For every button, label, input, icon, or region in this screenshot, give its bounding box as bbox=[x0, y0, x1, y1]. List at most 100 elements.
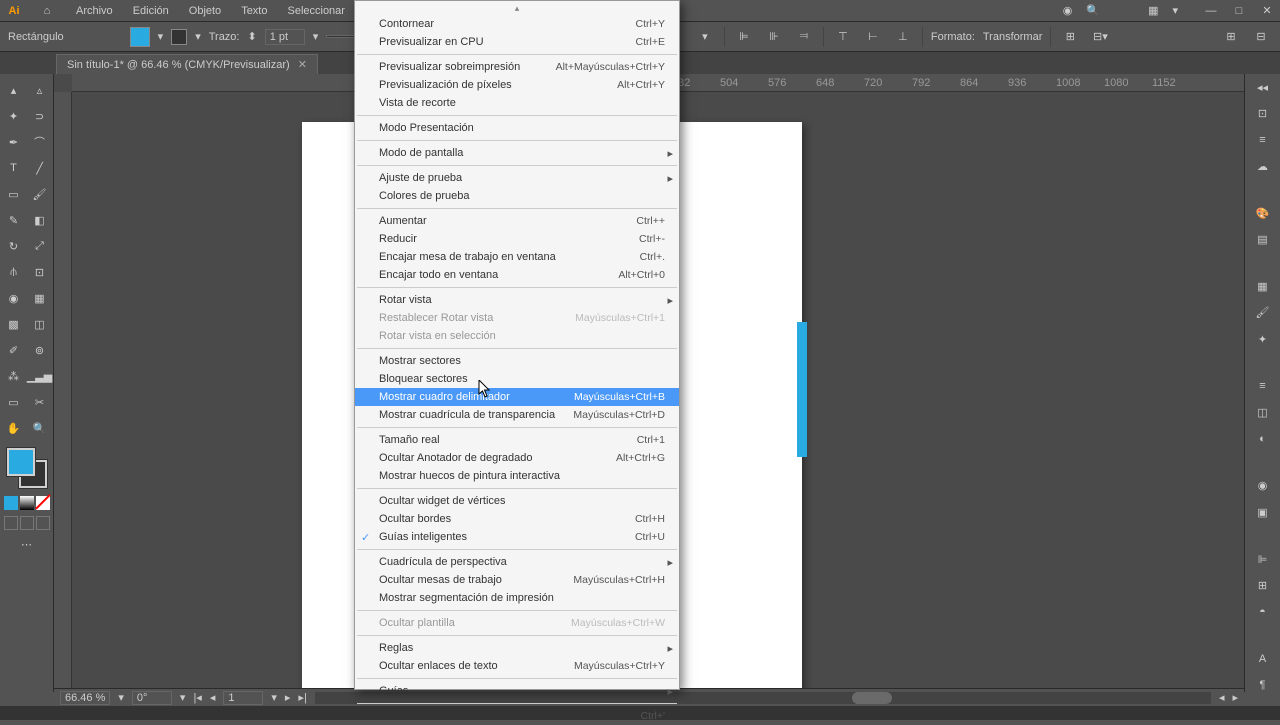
align-right-icon[interactable]: ⫤ bbox=[793, 26, 815, 48]
blend-tool[interactable]: ⊚ bbox=[28, 338, 52, 362]
search-icon[interactable]: 🔍 bbox=[1086, 4, 1100, 17]
align-middle-icon[interactable]: ⊢ bbox=[862, 26, 884, 48]
menu-item-cuadr-cula-de-perspectiva[interactable]: Cuadrícula de perspectiva▸ bbox=[355, 553, 679, 571]
last-page-icon[interactable]: ▸| bbox=[298, 691, 306, 704]
close-button[interactable]: ✕ bbox=[1254, 2, 1280, 20]
draw-mode-icons[interactable] bbox=[4, 516, 50, 530]
document-tab[interactable]: Sin título-1* @ 66.46 % (CMYK/Previsuali… bbox=[56, 54, 318, 74]
transform-label[interactable]: Transformar bbox=[983, 31, 1043, 43]
menu-item-modo-presentaci-n[interactable]: Modo Presentación bbox=[355, 119, 679, 137]
menu-item-mostrar-segmentaci-n-de-impresi-n[interactable]: Mostrar segmentación de impresión bbox=[355, 589, 679, 607]
type-tool[interactable]: T bbox=[2, 156, 26, 180]
align-bottom-icon[interactable]: ⊥ bbox=[892, 26, 914, 48]
menu-item-encajar-mesa-de-trabajo-en-ventana[interactable]: Encajar mesa de trabajo en ventanaCtrl+. bbox=[355, 248, 679, 266]
menu-item-aumentar[interactable]: AumentarCtrl++ bbox=[355, 212, 679, 230]
panel-toggle-icon[interactable]: ⊟ bbox=[1250, 26, 1272, 48]
slice-tool[interactable]: ✂ bbox=[28, 390, 52, 414]
first-page-icon[interactable]: |◂ bbox=[193, 691, 201, 704]
menu-item-colores-de-prueba[interactable]: Colores de prueba bbox=[355, 187, 679, 205]
menu-item-ocultar-anotador-de-degradado[interactable]: Ocultar Anotador de degradadoAlt+Ctrl+G bbox=[355, 449, 679, 467]
more-icon[interactable]: ⊟▾ bbox=[1089, 26, 1111, 48]
menu-item-ocultar-bordes[interactable]: Ocultar bordesCtrl+H bbox=[355, 510, 679, 528]
rectangle-shape[interactable] bbox=[797, 322, 807, 457]
menu-item-mostrar-cuadro-delimitador[interactable]: Mostrar cuadro delimitadorMayúsculas+Ctr… bbox=[355, 388, 679, 406]
gradient-tool[interactable]: ◫ bbox=[28, 312, 52, 336]
align-panel-icon[interactable]: ⊫ bbox=[1253, 552, 1273, 566]
direct-selection-tool[interactable]: ▵ bbox=[28, 78, 52, 102]
expand-panels-icon[interactable]: ◂◂ bbox=[1253, 80, 1273, 94]
width-tool[interactable]: ⫛ bbox=[2, 260, 26, 284]
paragraph-panel-icon[interactable]: ¶ bbox=[1253, 678, 1273, 692]
menu-seleccionar[interactable]: Seleccionar bbox=[277, 0, 354, 21]
menu-item-modo-de-pantalla[interactable]: Modo de pantalla▸ bbox=[355, 144, 679, 162]
color-mode-swatches[interactable] bbox=[4, 496, 50, 510]
symbol-sprayer-tool[interactable]: ⁂ bbox=[2, 364, 26, 388]
menu-item-mostrar-cuadr-cula-de-transparencia[interactable]: Mostrar cuadrícula de transparenciaMayús… bbox=[355, 406, 679, 424]
prev-page-icon[interactable]: ◂ bbox=[210, 691, 216, 704]
menu-item-mostrar-sectores[interactable]: Mostrar sectores bbox=[355, 352, 679, 370]
fill-color[interactable] bbox=[7, 448, 35, 476]
home-icon[interactable]: ⌂ bbox=[36, 0, 58, 22]
zoom-tool[interactable]: 🔍 bbox=[28, 416, 52, 440]
menu-item-mostrar-cuadr-cula[interactable]: Mostrar cuadrículaCtrl+' bbox=[355, 707, 679, 725]
menu-objeto[interactable]: Objeto bbox=[179, 0, 231, 21]
perspective-tool[interactable]: ▦ bbox=[28, 286, 52, 310]
shaper-tool[interactable]: ✎ bbox=[2, 208, 26, 232]
menu-item-ocultar-enlaces-de-texto[interactable]: Ocultar enlaces de textoMayúsculas+Ctrl+… bbox=[355, 657, 679, 675]
align-center-icon[interactable]: ⊪ bbox=[763, 26, 785, 48]
transform-panel-icon[interactable]: ⊞ bbox=[1253, 578, 1273, 592]
free-transform-tool[interactable]: ⊡ bbox=[28, 260, 52, 284]
menu-item-previsualizar-sobreimpresi-n[interactable]: Previsualizar sobreimpresiónAlt+Mayúscul… bbox=[355, 58, 679, 76]
stroke-swatch[interactable] bbox=[171, 29, 187, 45]
scroll-left-icon[interactable]: ◂ bbox=[1219, 691, 1225, 704]
menu-item-reglas[interactable]: Reglas▸ bbox=[355, 639, 679, 657]
mesh-tool[interactable]: ▩ bbox=[2, 312, 26, 336]
menu-texto[interactable]: Texto bbox=[231, 0, 277, 21]
maximize-button[interactable]: □ bbox=[1226, 2, 1252, 20]
hand-tool[interactable]: ✋ bbox=[2, 416, 26, 440]
properties-panel-icon[interactable]: ⊡ bbox=[1253, 106, 1273, 120]
fill-swatch[interactable] bbox=[130, 27, 150, 47]
style-icon[interactable]: ▾ bbox=[694, 26, 716, 48]
menu-item-contornear[interactable]: ContornearCtrl+Y bbox=[355, 15, 679, 33]
curvature-tool[interactable]: ⌒ bbox=[28, 130, 52, 154]
menu-item-tama-o-real[interactable]: Tamaño realCtrl+1 bbox=[355, 431, 679, 449]
menu-item-previsualizar-en-cpu[interactable]: Previsualizar en CPUCtrl+E bbox=[355, 33, 679, 51]
menu-item-rotar-vista[interactable]: Rotar vista▸ bbox=[355, 291, 679, 309]
menu-archivo[interactable]: Archivo bbox=[66, 0, 123, 21]
appearance-panel-icon[interactable]: ◉ bbox=[1253, 479, 1273, 493]
rotation-field[interactable]: 0° bbox=[132, 691, 172, 705]
tab-close-icon[interactable]: ✕ bbox=[298, 58, 307, 71]
shape-builder-tool[interactable]: ◉ bbox=[2, 286, 26, 310]
menu-item-previsualizaci-n-de-p-xeles[interactable]: Previsualización de píxelesAlt+Ctrl+Y bbox=[355, 76, 679, 94]
menu-item-gu-as-inteligentes[interactable]: ✓Guías inteligentesCtrl+U bbox=[355, 528, 679, 546]
scroll-right-icon[interactable]: ▸ bbox=[1232, 691, 1238, 704]
menu-item-ajuste-de-prueba[interactable]: Ajuste de prueba▸ bbox=[355, 169, 679, 187]
libraries-panel-icon[interactable]: ☁ bbox=[1253, 159, 1273, 173]
rotate-tool[interactable]: ↻ bbox=[2, 234, 26, 258]
graph-tool[interactable]: ▁▃▅ bbox=[28, 364, 52, 388]
align-left-icon[interactable]: ⊫ bbox=[733, 26, 755, 48]
workspace-icon[interactable]: ▾ bbox=[1172, 4, 1178, 17]
arrange-icon[interactable]: ▦ bbox=[1148, 4, 1158, 17]
stroke-panel-icon[interactable]: ≡ bbox=[1253, 379, 1273, 393]
brushes-panel-icon[interactable]: 🖌 bbox=[1253, 306, 1273, 320]
stroke-weight-field[interactable]: 1 pt bbox=[265, 29, 305, 45]
graphic-styles-panel-icon[interactable]: ▣ bbox=[1253, 505, 1273, 519]
menu-item-encajar-todo-en-ventana[interactable]: Encajar todo en ventanaAlt+Ctrl+0 bbox=[355, 266, 679, 284]
selection-tool[interactable]: ▴ bbox=[2, 78, 26, 102]
grid-toggle-icon[interactable]: ⊞ bbox=[1220, 26, 1242, 48]
scroll-up-indicator[interactable]: ▴ bbox=[355, 3, 679, 15]
character-panel-icon[interactable]: A bbox=[1253, 652, 1273, 666]
menu-edicion[interactable]: Edición bbox=[123, 0, 179, 21]
menu-item-ocultar-mesas-de-trabajo[interactable]: Ocultar mesas de trabajoMayúsculas+Ctrl+… bbox=[355, 571, 679, 589]
edit-toolbar-icon[interactable]: ⋯ bbox=[21, 538, 32, 551]
symbols-panel-icon[interactable]: ✦ bbox=[1253, 332, 1273, 346]
scale-tool[interactable]: ⤢ bbox=[28, 234, 52, 258]
isolate-icon[interactable]: ⊞ bbox=[1059, 26, 1081, 48]
eyedropper-tool[interactable]: ✐ bbox=[2, 338, 26, 362]
gradient-panel-icon[interactable]: ◫ bbox=[1253, 405, 1273, 419]
zoom-field[interactable]: 66.46 % bbox=[60, 691, 110, 705]
pen-tool[interactable]: ✒ bbox=[2, 130, 26, 154]
color-control[interactable] bbox=[7, 448, 47, 488]
